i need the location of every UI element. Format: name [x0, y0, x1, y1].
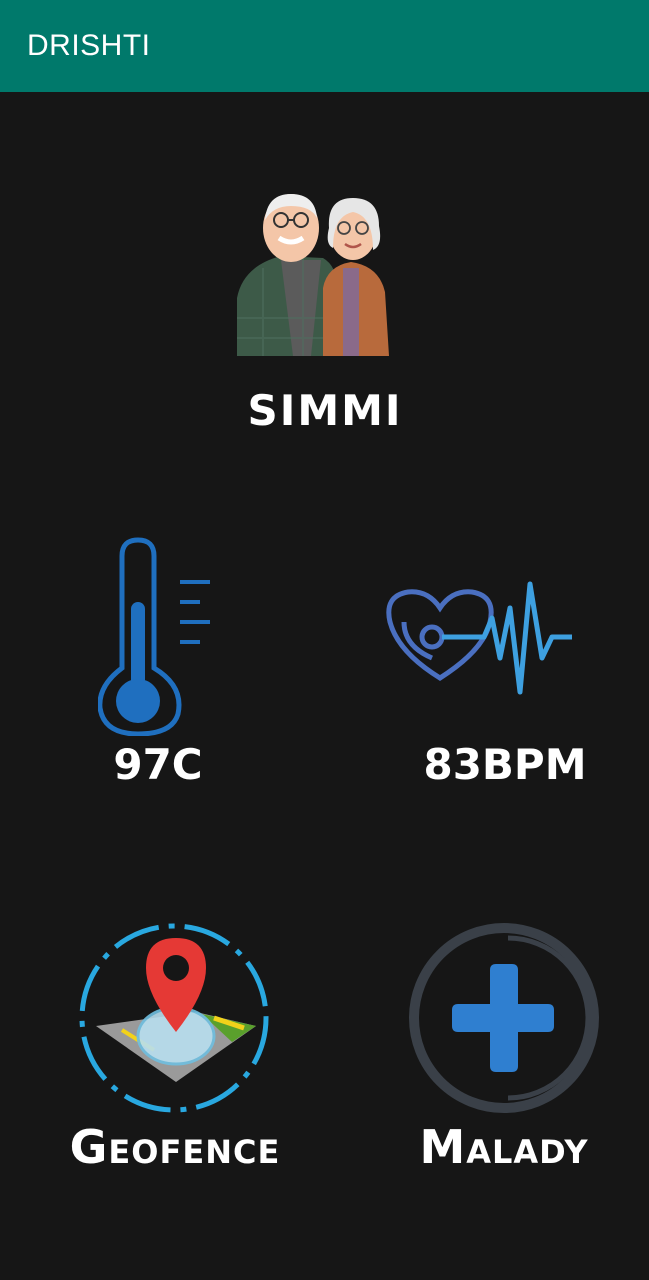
app-title: DRISHTI: [27, 29, 151, 62]
elderly-couple-avatar[interactable]: [233, 188, 393, 360]
profile-name[interactable]: SIMMI: [200, 386, 450, 435]
thermometer-icon[interactable]: [97, 536, 218, 737]
temperature-value: 97C: [113, 740, 203, 789]
geofence-map-pin-icon[interactable]: [74, 918, 274, 1118]
medical-cross-icon[interactable]: [404, 918, 604, 1118]
app-bar: DRISHTI: [0, 0, 649, 92]
heartbeat-icon[interactable]: [380, 548, 580, 708]
geofence-label[interactable]: Geofence: [40, 1120, 310, 1174]
malady-label[interactable]: Malady: [384, 1120, 624, 1174]
heart-rate-value: 83BPM: [423, 740, 587, 789]
